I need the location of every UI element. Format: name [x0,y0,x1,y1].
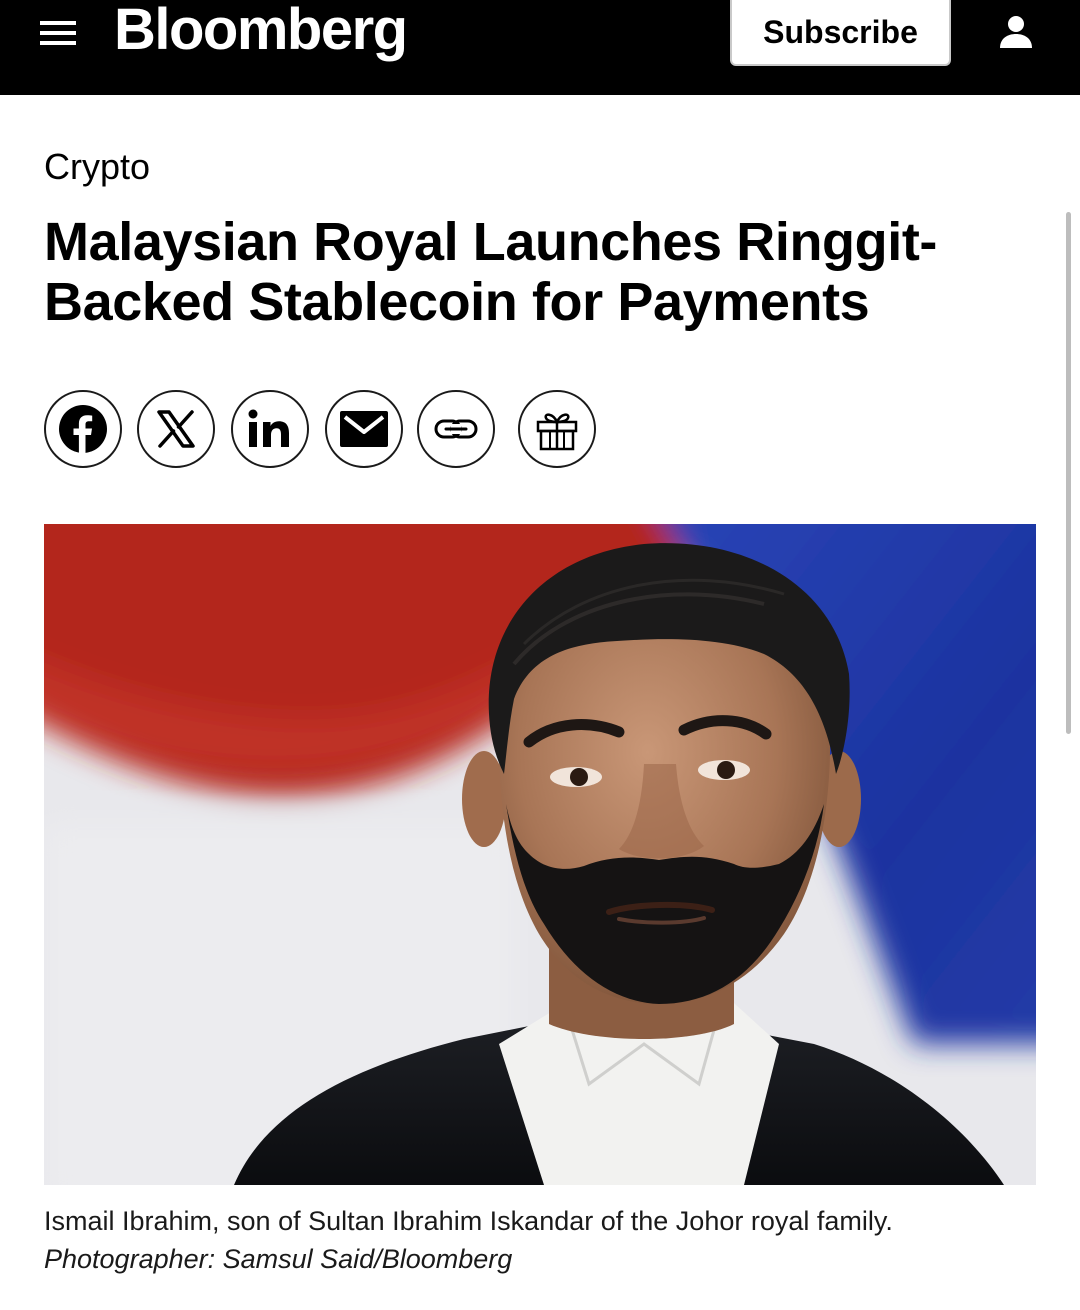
bloomberg-logo[interactable]: Bloomberg [114,0,408,62]
photo-credit: Photographer: Samsul Said/Bloomberg [44,1244,513,1274]
link-icon[interactable] [417,390,495,468]
scrollbar[interactable] [1066,212,1071,734]
linkedin-icon[interactable] [231,390,309,468]
article-category[interactable]: Crypto [44,145,150,189]
facebook-icon[interactable] [44,390,122,468]
photo-caption: Ismail Ibrahim, son of Sultan Ibrahim Is… [44,1202,1034,1278]
gift-icon[interactable] [518,390,596,468]
email-icon[interactable] [325,390,403,468]
user-icon[interactable] [996,12,1036,52]
x-icon[interactable] [137,390,215,468]
hamburger-menu-icon[interactable] [40,18,76,48]
caption-text: Ismail Ibrahim, son of Sultan Ibrahim Is… [44,1206,893,1236]
top-navigation-bar: Bloomberg Subscribe [0,0,1080,95]
subscribe-button[interactable]: Subscribe [730,0,951,66]
article-photo [44,524,1036,1185]
article-headline: Malaysian Royal Launches Ringgit-Backed … [44,212,937,332]
